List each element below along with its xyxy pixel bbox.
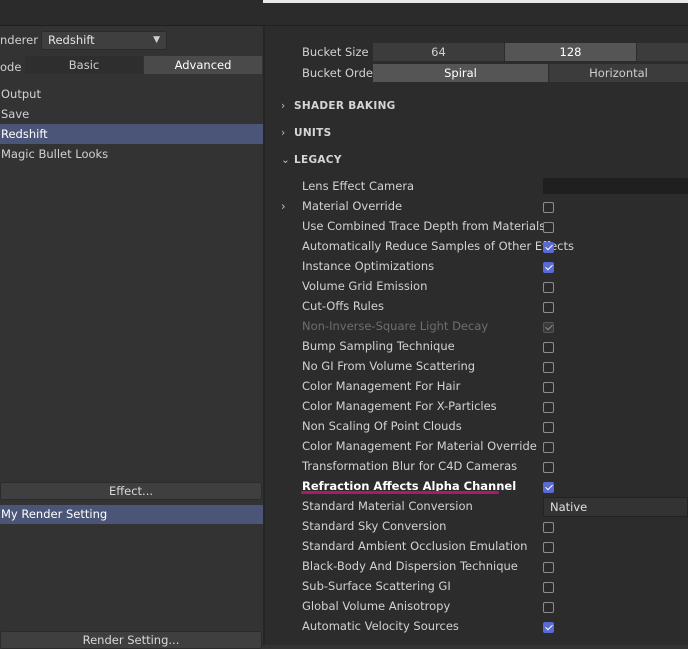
sky-conversion-label: Standard Sky Conversion [302, 519, 447, 533]
reduce-samples-checkbox[interactable] [543, 242, 554, 253]
refraction-alpha-checkbox[interactable] [543, 482, 554, 493]
mode-label: ode [0, 60, 22, 74]
section-shader-baking-label: SHADER BAKING [294, 100, 396, 112]
sss-gi-checkbox[interactable] [543, 582, 554, 593]
chevron-right-icon[interactable]: › [281, 199, 286, 213]
bucket-size-label: Bucket Size [302, 45, 369, 59]
top-strip [0, 0, 688, 26]
volume-grid-emission-checkbox[interactable] [543, 282, 554, 293]
bucket-order-label: Bucket Order [302, 66, 378, 80]
color-mgmt-hair-checkbox[interactable] [543, 382, 554, 393]
chevron-down-icon: ▼ [153, 35, 160, 45]
tree-item-output[interactable]: Output [0, 84, 263, 104]
velocity-sources-checkbox[interactable] [543, 622, 554, 633]
section-units-label: UNITS [294, 127, 332, 139]
lens-effect-camera-field[interactable] [543, 178, 688, 194]
chevron-down-icon: ⌄ [281, 154, 291, 166]
color-mgmt-override-label: Color Management For Material Override [302, 439, 537, 453]
light-decay-checkbox [543, 322, 554, 333]
renderer-dropdown[interactable]: Redshift ▼ [41, 31, 167, 50]
transformation-blur-label: Transformation Blur for C4D Cameras [302, 459, 518, 473]
point-clouds-checkbox[interactable] [543, 422, 554, 433]
cut-offs-rules-checkbox[interactable] [543, 302, 554, 313]
material-override-label: Material Override [302, 199, 403, 213]
point-clouds-label: Non Scaling Of Point Clouds [302, 419, 462, 433]
velocity-sources-label: Automatic Velocity Sources [302, 619, 459, 633]
renderer-value: Redshift [48, 33, 95, 47]
instance-optimizations-label: Instance Optimizations [302, 259, 435, 273]
volume-anisotropy-checkbox[interactable] [543, 602, 554, 613]
sky-conversion-checkbox[interactable] [543, 522, 554, 533]
color-mgmt-hair-label: Color Management For Hair [302, 379, 461, 393]
section-shader-baking[interactable]: › SHADER BAKING [281, 100, 396, 112]
combined-trace-depth-checkbox[interactable] [543, 222, 554, 233]
section-legacy-label: LEGACY [294, 154, 342, 166]
color-mgmt-xparticles-checkbox[interactable] [543, 402, 554, 413]
color-mgmt-override-checkbox[interactable] [543, 442, 554, 453]
chevron-right-icon: › [281, 100, 286, 112]
render-setting-item[interactable]: My Render Setting [0, 505, 263, 524]
no-gi-volume-checkbox[interactable] [543, 362, 554, 373]
ao-emulation-label: Standard Ambient Occlusion Emulation [302, 539, 528, 553]
bump-sampling-checkbox[interactable] [543, 342, 554, 353]
chevron-right-icon: › [281, 127, 286, 139]
bucket-order-horizontal[interactable]: Horizontal [549, 64, 688, 82]
mode-advanced-button[interactable]: Advanced [144, 56, 262, 74]
instance-optimizations-checkbox[interactable] [543, 262, 554, 273]
black-body-checkbox[interactable] [543, 562, 554, 573]
top-strip-highlight [263, 0, 688, 3]
section-legacy[interactable]: ⌄ LEGACY [281, 154, 342, 166]
renderer-label: nderer [0, 33, 38, 47]
mode-basic-button[interactable]: Basic [25, 56, 143, 74]
sss-gi-label: Sub-Surface Scattering GI [302, 579, 451, 593]
volume-anisotropy-label: Global Volume Anisotropy [302, 599, 451, 613]
material-conversion-label: Standard Material Conversion [302, 499, 473, 513]
annotation-underline [301, 491, 499, 494]
material-conversion-value: Native [550, 500, 588, 514]
bucket-size-128[interactable]: 128 [505, 43, 636, 61]
tree-item-redshift[interactable]: Redshift [0, 124, 263, 144]
lens-effect-camera-label: Lens Effect Camera [302, 179, 415, 193]
bucket-size-more[interactable] [637, 43, 688, 61]
tree-item-save[interactable]: Save [0, 104, 263, 124]
tree-item-magic-bullet-looks[interactable]: Magic Bullet Looks [0, 144, 263, 164]
bucket-order-spiral[interactable]: Spiral [373, 64, 548, 82]
effect-button[interactable]: Effect... [0, 482, 262, 500]
section-units[interactable]: › UNITS [281, 127, 331, 139]
no-gi-volume-label: No GI From Volume Scattering [302, 359, 476, 373]
cut-offs-rules-label: Cut-Offs Rules [302, 299, 384, 313]
material-conversion-dropdown[interactable]: Native [543, 497, 688, 517]
reduce-samples-label: Automatically Reduce Samples of Other Ef… [302, 239, 574, 253]
ao-emulation-checkbox[interactable] [543, 542, 554, 553]
bump-sampling-label: Bump Sampling Technique [302, 339, 455, 353]
color-mgmt-xparticles-label: Color Management For X-Particles [302, 399, 497, 413]
bucket-size-64[interactable]: 64 [373, 43, 504, 61]
material-override-checkbox[interactable] [543, 202, 554, 213]
light-decay-label: Non-Inverse-Square Light Decay [302, 319, 489, 333]
black-body-label: Black-Body And Dispersion Technique [302, 559, 518, 573]
volume-grid-emission-label: Volume Grid Emission [302, 279, 428, 293]
render-setting-button[interactable]: Render Setting... [0, 631, 262, 649]
transformation-blur-checkbox[interactable] [543, 462, 554, 473]
combined-trace-depth-label: Use Combined Trace Depth from Materials [302, 219, 546, 233]
